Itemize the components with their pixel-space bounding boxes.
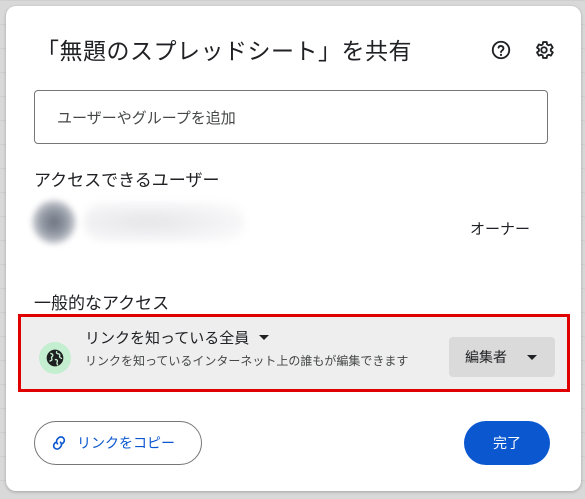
role-dropdown[interactable]: 編集者: [449, 337, 555, 377]
general-access-heading: 一般的なアクセス: [34, 294, 170, 314]
owner-role-label: オーナー: [470, 220, 531, 238]
copy-link-label: リンクをコピー: [77, 436, 175, 452]
copy-link-button[interactable]: リンクをコピー: [34, 421, 202, 465]
user-row: オーナー: [24, 192, 564, 252]
help-circle-icon: [491, 40, 511, 60]
general-access-row: リンクを知っている全員 リンクを知っているインターネット上の誰もが編集できます …: [18, 314, 570, 392]
dialog-title: 「無題のスプレッドシート」を共有: [36, 39, 412, 65]
share-dialog: 「無題のスプレッドシート」を共有 アクセスできるユーザー オーナー 一般的なアク…: [6, 6, 581, 491]
role-dropdown-label: 編集者: [465, 350, 507, 366]
people-with-access-heading: アクセスできるユーザー: [34, 171, 220, 191]
globe-icon-badge: [39, 342, 71, 374]
chevron-down-icon: [259, 335, 270, 340]
general-access-selected: リンクを知っている全員: [85, 329, 250, 347]
settings-button[interactable]: [530, 36, 558, 64]
add-people-field[interactable]: [34, 90, 548, 145]
globe-icon: [46, 349, 64, 367]
gear-icon: [536, 41, 554, 59]
user-name-redacted: [84, 202, 244, 242]
link-icon: [49, 433, 69, 453]
chevron-down-icon: [527, 354, 537, 360]
avatar: [32, 200, 76, 244]
done-button[interactable]: 完了: [464, 421, 550, 465]
general-access-dropdown[interactable]: リンクを知っている全員: [85, 327, 270, 348]
add-people-input[interactable]: [55, 91, 539, 145]
general-access-description: リンクを知っているインターネット上の誰もが編集できます: [85, 354, 409, 368]
help-button[interactable]: [487, 36, 515, 64]
